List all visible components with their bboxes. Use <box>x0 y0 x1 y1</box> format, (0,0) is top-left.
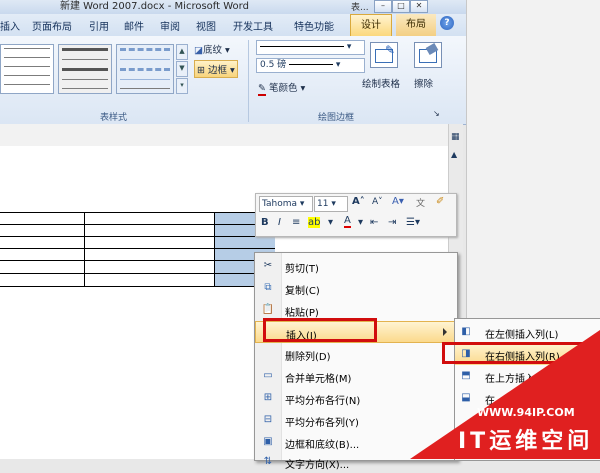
tab-view[interactable]: 视图 <box>196 18 216 33</box>
draw-table-button[interactable]: 绘制表格 <box>362 76 400 90</box>
distribute-rows-icon: ⊞ <box>263 392 273 403</box>
table-border <box>0 286 275 287</box>
pen-icon: ✎ <box>258 83 266 96</box>
horizontal-ruler <box>0 124 448 147</box>
italic-icon[interactable]: I <box>278 217 281 228</box>
table-style-thumb-1[interactable] <box>0 44 54 94</box>
bold-icon[interactable]: B <box>261 217 269 228</box>
line-weight-value: 0.5 磅 <box>260 60 287 70</box>
table-border <box>0 260 275 261</box>
mini-toolbar: Tahoma ▾ 11 ▾ A˄ A˅ A▾ 文 ✐ B I ≡ ab ▾ A … <box>255 193 457 237</box>
borders-icon: ⊞ <box>197 65 205 76</box>
gallery-more-icon[interactable]: ▾ <box>176 78 188 94</box>
group-label-draw-borders: 绘图边框 <box>318 113 355 123</box>
menu-item-cut[interactable]: ✂ 剪切(T) <box>255 255 457 277</box>
format-painter-icon[interactable]: ✐ <box>436 196 444 207</box>
paste-icon: 📋 <box>261 304 275 315</box>
scissors-icon: ✂ <box>263 260 273 271</box>
gallery-up-icon[interactable]: ▲ <box>176 44 188 60</box>
gallery-down-icon[interactable]: ▼ <box>176 61 188 77</box>
close-button[interactable]: ✕ <box>410 0 428 13</box>
table-border <box>214 212 215 286</box>
table-style-thumb-3[interactable] <box>116 44 174 94</box>
tab-layout[interactable]: 布局 <box>396 14 436 36</box>
table-border <box>0 273 275 274</box>
menu-item-copy[interactable]: ⧉ 复制(C) <box>255 277 457 299</box>
pen-color-button[interactable]: ✎ 笔颜色 ▾ <box>258 80 305 96</box>
tab-design[interactable]: 设计 <box>350 14 392 37</box>
draw-table-icon[interactable]: ✎ <box>370 42 398 68</box>
decrease-indent-icon[interactable]: ⇤ <box>370 217 378 228</box>
tab-mailings[interactable]: 邮件 <box>124 18 144 33</box>
watermark-url: WWW.94IP.COM <box>477 406 575 419</box>
ribbon-tab-bar: 插入 页面布局 引用 邮件 审阅 视图 开发工具 特色功能 设计 布局 <box>0 14 466 37</box>
table-border <box>84 212 85 286</box>
tab-insert[interactable]: 插入 <box>0 18 20 33</box>
annotation-box-insert <box>263 318 377 342</box>
copy-icon: ⧉ <box>264 282 272 293</box>
group-label-table-styles: 表样式 <box>100 113 128 123</box>
ribbon: ▲ ▼ ▾ ◪底纹 ▾ ⊞ 边框 ▾ 表样式 ▾ 0.5 磅 ▾ ✎ 笔颜色 ▾… <box>0 36 466 125</box>
table-border <box>0 236 275 237</box>
eraser-button[interactable]: 擦除 <box>414 76 433 90</box>
eraser-icon[interactable] <box>414 42 442 68</box>
paint-bucket-icon: ◪ <box>194 45 203 56</box>
highlight-icon[interactable]: ab <box>308 217 321 228</box>
distribute-columns-icon: ⊟ <box>263 414 273 425</box>
center-align-icon[interactable]: ≡ <box>292 217 300 228</box>
tab-special-features[interactable]: 特色功能 <box>294 18 334 33</box>
table-border <box>0 248 275 249</box>
tab-page-layout[interactable]: 页面布局 <box>32 18 72 33</box>
ruler-toggle-icon[interactable]: ▦ <box>451 132 460 142</box>
highlight-dropdown-icon[interactable]: ▾ <box>328 217 333 228</box>
tab-references[interactable]: 引用 <box>89 18 109 33</box>
phonetic-guide-icon[interactable]: 文 <box>416 196 425 209</box>
tab-review[interactable]: 审阅 <box>160 18 180 33</box>
maximize-button[interactable]: □ <box>392 0 410 13</box>
font-color-dropdown-icon[interactable]: ▾ <box>358 217 363 228</box>
borders-shading-icon: ▣ <box>263 436 273 447</box>
borders-button[interactable]: ⊞ 边框 ▾ <box>194 60 238 78</box>
tab-developer[interactable]: 开发工具 <box>233 18 273 33</box>
line-style-combo[interactable]: ▾ <box>256 40 365 55</box>
contextual-tab-title: 表... <box>351 3 369 13</box>
scroll-up-icon[interactable]: ▲ <box>451 150 457 159</box>
help-icon[interactable]: ? <box>440 16 454 30</box>
window-title: 新建 Word 2007.docx - Microsoft Word <box>60 1 249 12</box>
grow-font-icon[interactable]: A˄ <box>352 196 365 207</box>
text-direction-icon: ⇅ <box>263 456 273 467</box>
font-size-combo[interactable]: 11 ▾ <box>314 196 348 212</box>
table-style-thumb-2[interactable] <box>58 44 112 94</box>
table-border <box>0 224 275 225</box>
line-weight-combo[interactable]: 0.5 磅 ▾ <box>256 58 365 73</box>
bullets-icon[interactable]: ☰▾ <box>406 217 420 228</box>
table-border <box>0 212 275 213</box>
watermark-text: IT运维空间 <box>458 429 594 454</box>
minimize-button[interactable]: – <box>374 0 392 13</box>
font-color-icon[interactable]: A <box>344 215 351 228</box>
dialog-launcher-icon[interactable]: ↘ <box>433 109 440 118</box>
increase-indent-icon[interactable]: ⇥ <box>388 217 396 228</box>
shrink-font-icon[interactable]: A˅ <box>372 197 383 207</box>
shading-button[interactable]: ◪底纹 ▾ <box>194 42 230 56</box>
styles-icon[interactable]: A▾ <box>392 196 404 207</box>
font-name-combo[interactable]: Tahoma ▾ <box>259 196 313 212</box>
merge-cells-icon: ▭ <box>263 370 273 381</box>
